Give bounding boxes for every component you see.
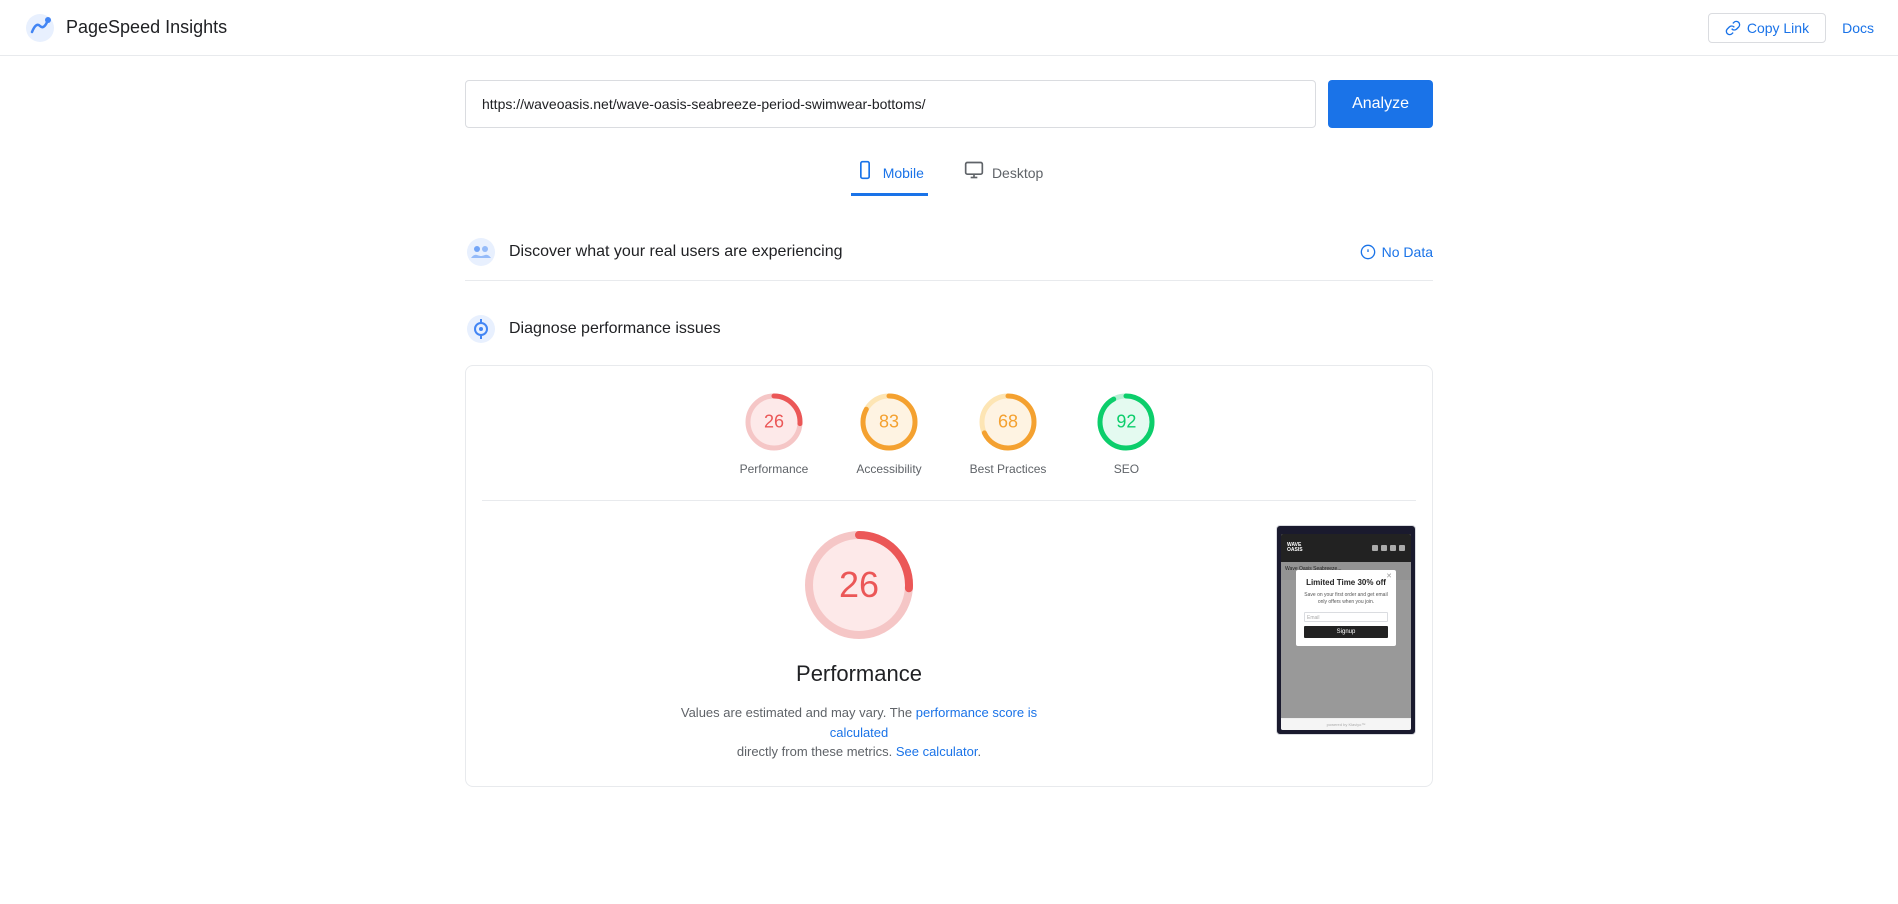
real-users-section: Discover what your real users are experi… [465, 224, 1433, 281]
mobile-icon [855, 160, 875, 185]
big-performance-value: 26 [839, 564, 879, 606]
accessibility-label: Accessibility [856, 462, 921, 476]
phone-header: WAVE OASIS [1281, 534, 1411, 562]
tabs-row: Mobile Desktop [465, 152, 1433, 196]
diagnose-section: Diagnose performance issues 26 [465, 301, 1433, 787]
phone-icon-4 [1399, 545, 1405, 551]
tab-mobile[interactable]: Mobile [851, 152, 928, 196]
phone-modal-close-icon: ✕ [1386, 572, 1392, 580]
desktop-icon [964, 160, 984, 185]
app-title: PageSpeed Insights [66, 17, 227, 38]
info-icon [1360, 244, 1376, 260]
phone-powered-by: powered by Klaviyo™ [1327, 722, 1366, 727]
big-score-description: Values are estimated and may vary. The p… [679, 703, 1039, 762]
big-performance-title: Performance [796, 661, 922, 687]
score-item-accessibility[interactable]: 83 Accessibility [856, 390, 921, 476]
big-score-left: 26 Performance Values are estimated and … [482, 525, 1236, 762]
score-item-best-practices[interactable]: 68 Best Practices [970, 390, 1047, 476]
tab-mobile-label: Mobile [883, 165, 924, 181]
phone-modal-title: Limited Time 30% off [1304, 578, 1388, 588]
analyze-button[interactable]: Analyze [1328, 80, 1433, 128]
diagnose-title-row: Diagnose performance issues [465, 313, 721, 345]
diagnose-title: Diagnose performance issues [509, 320, 721, 338]
score-item-seo[interactable]: 92 SEO [1094, 390, 1158, 476]
seo-value: 92 [1116, 412, 1136, 433]
tab-desktop[interactable]: Desktop [960, 152, 1047, 196]
real-users-icon [465, 236, 497, 268]
calculator-link[interactable]: See calculator [896, 744, 978, 759]
docs-link[interactable]: Docs [1842, 20, 1874, 36]
header-left: PageSpeed Insights [24, 12, 227, 44]
performance-circle: 26 [742, 390, 806, 454]
phone-modal-email-input: Email [1304, 612, 1388, 622]
performance-value: 26 [764, 412, 784, 433]
score-card: 26 Performance 83 Accessibility [465, 365, 1433, 787]
phone-header-icons [1372, 545, 1405, 551]
best-practices-circle: 68 [976, 390, 1040, 454]
main-content: Analyze Mobile Desktop [449, 56, 1449, 831]
phone-screenshot: WAVE OASIS [1276, 525, 1416, 735]
no-data-label: No Data [1382, 244, 1433, 260]
seo-circle: 92 [1094, 390, 1158, 454]
copy-link-label: Copy Link [1747, 20, 1809, 36]
real-users-title-row: Discover what your real users are experi… [465, 236, 842, 268]
phone-modal-overlay: ✕ Limited Time 30% off Save on your firs… [1281, 562, 1411, 730]
diagnose-header: Diagnose performance issues [465, 301, 1433, 357]
no-data-badge[interactable]: No Data [1360, 244, 1433, 260]
phone-brand-text: WAVE OASIS [1287, 543, 1303, 554]
phone-modal-box: ✕ Limited Time 30% off Save on your firs… [1296, 570, 1396, 646]
phone-modal-signup-btn: Signup [1304, 626, 1388, 638]
accessibility-value: 83 [879, 412, 899, 433]
performance-label: Performance [740, 462, 809, 476]
big-score-section: 26 Performance Values are estimated and … [482, 525, 1416, 762]
real-users-title: Discover what your real users are experi… [509, 243, 842, 261]
header-right: Copy Link Docs [1708, 13, 1874, 43]
tab-desktop-label: Desktop [992, 165, 1043, 181]
score-item-performance[interactable]: 26 Performance [740, 390, 809, 476]
accessibility-circle: 83 [857, 390, 921, 454]
search-row: Analyze [465, 80, 1433, 128]
copy-link-button[interactable]: Copy Link [1708, 13, 1826, 43]
phone-icon-2 [1381, 545, 1387, 551]
diagnose-icon [465, 313, 497, 345]
real-users-header: Discover what your real users are experi… [465, 224, 1433, 281]
phone-inner: WAVE OASIS [1281, 534, 1411, 730]
best-practices-value: 68 [998, 412, 1018, 433]
phone-icon-1 [1372, 545, 1378, 551]
best-practices-label: Best Practices [970, 462, 1047, 476]
header: PageSpeed Insights Copy Link Docs [0, 0, 1898, 56]
phone-icon-3 [1390, 545, 1396, 551]
phone-screenshot-container: WAVE OASIS [1276, 525, 1416, 735]
link-icon [1725, 20, 1741, 36]
phone-modal-subtitle: Save on your first order and get email o… [1304, 592, 1388, 606]
phone-modal-email-label: Email [1305, 613, 1387, 623]
scores-row: 26 Performance 83 Accessibility [482, 390, 1416, 501]
big-performance-circle: 26 [799, 525, 919, 645]
pagespeed-logo-icon [24, 12, 56, 44]
phone-bottom-bar: powered by Klaviyo™ [1281, 718, 1411, 730]
seo-label: SEO [1114, 462, 1139, 476]
url-input[interactable] [465, 80, 1316, 128]
